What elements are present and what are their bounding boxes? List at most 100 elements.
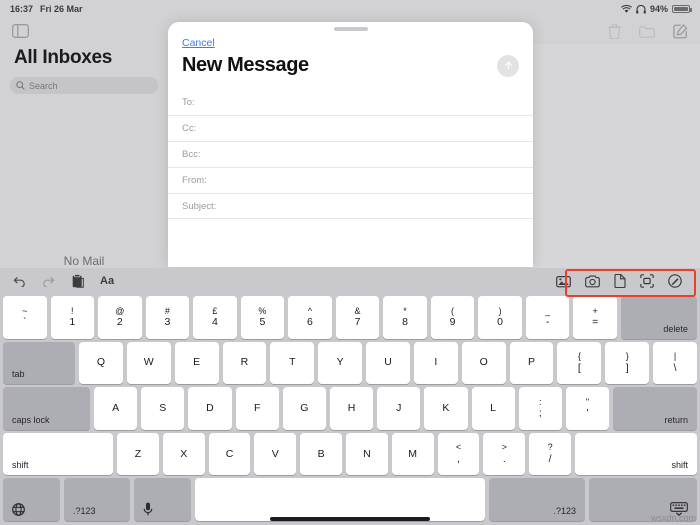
scan-document-icon[interactable] [640,274,654,288]
key-s[interactable]: S [141,387,185,430]
camera-icon[interactable] [585,275,600,288]
key-1[interactable]: ! 1 [50,296,95,339]
shift-row: shift Z X C V B N M <, >. ? / shift [3,432,697,476]
text-format-button[interactable]: Aa [100,275,114,287]
compose-fields: To: Cc: Bcc: From: Subject: [168,89,533,219]
key-a[interactable]: A [94,387,138,430]
keyboard-accessory-bar: Aa [0,268,700,294]
number-row: ~ ` ! 1 @2 #3 £4 % 5 ^ 6 & 7 * 8 (9 ) 0 _ - + = d… [3,296,697,339]
cancel-button[interactable]: Cancel [168,31,229,49]
key-0[interactable]: ) 0 [478,296,522,339]
key-comma[interactable]: <, [437,432,480,476]
compose-icon[interactable] [673,23,688,39]
sidebar-toggle-icon[interactable] [12,24,29,38]
key-numeric-right[interactable]: .?123 [489,478,585,521]
key-v[interactable]: V [254,432,297,476]
key-g[interactable]: G [282,387,326,430]
key-e[interactable]: E [174,341,219,385]
send-arrow-up-icon [504,61,512,70]
key-h[interactable]: H [329,387,374,430]
send-button[interactable] [497,54,519,77]
key-k[interactable]: K [424,387,468,430]
from-field[interactable]: From: [168,167,533,193]
key-tilde[interactable]: ~ ` [3,296,47,339]
key-delete[interactable]: delete [620,296,697,339]
key-4[interactable]: £4 [193,296,237,339]
cc-field[interactable]: Cc: [168,115,533,141]
key-r[interactable]: R [222,341,267,385]
qwerty-row: tab Q W E R T Y U I O P {[ }] | \ [3,341,697,385]
key-9[interactable]: (9 [430,296,475,339]
key-tab[interactable]: tab [3,341,75,385]
key-numeric-left[interactable]: .?123 [64,478,130,521]
key-m[interactable]: M [391,432,434,476]
markup-pen-icon[interactable] [668,274,682,288]
key-y[interactable]: Y [318,341,363,385]
key-dictation[interactable] [134,478,191,521]
trash-icon[interactable] [608,23,621,39]
folder-icon[interactable] [639,25,655,38]
key-b[interactable]: B [300,432,342,476]
redo-icon[interactable] [42,275,56,287]
to-field[interactable]: To: [168,89,533,115]
battery-percent: 94% [649,4,668,14]
globe-icon [12,503,25,516]
key-bracket-left[interactable]: {[ [557,341,602,385]
status-time: 16:37 [10,4,34,14]
key-o[interactable]: O [461,341,506,385]
undo-icon[interactable] [12,275,26,287]
key-caps-lock[interactable]: caps lock [3,387,90,430]
key-return[interactable]: return [613,387,698,430]
key-u[interactable]: U [366,341,410,385]
microphone-icon [143,502,153,516]
key-2[interactable]: @2 [98,296,142,339]
key-slash[interactable]: ? / [529,432,571,476]
key-j[interactable]: J [377,387,421,430]
key-f[interactable]: F [235,387,279,430]
key-z[interactable]: Z [117,432,159,476]
key-minus[interactable]: _ - [525,296,570,339]
search-placeholder: Search [29,80,58,91]
key-bracket-right[interactable]: }] [605,341,650,385]
key-5[interactable]: % 5 [240,296,285,339]
key-6[interactable]: ^ 6 [288,296,332,339]
status-date: Fri 26 Mar [40,4,83,14]
key-n[interactable]: N [345,432,388,476]
key-d[interactable]: D [188,387,232,430]
key-w[interactable]: W [126,341,171,385]
sheet-grabber[interactable] [333,27,368,31]
key-semicolon[interactable]: :; [518,387,562,430]
ipad-screen: 16:37 Fri 26 Mar 94% All Inboxes Search … [0,0,700,525]
paste-clipboard-icon[interactable] [72,274,84,288]
key-7[interactable]: & 7 [335,296,380,339]
compose-sheet: Cancel New Message To: Cc: Bcc: From: Su… [168,22,533,267]
key-p[interactable]: P [509,341,554,385]
key-equals[interactable]: + = [573,296,617,339]
document-icon[interactable] [614,274,626,288]
key-q[interactable]: Q [79,341,123,385]
key-t[interactable]: T [270,341,315,385]
key-c[interactable]: C [208,432,251,476]
attachment-tools [550,271,688,291]
battery-icon [672,5,692,13]
key-backslash[interactable]: | \ [653,341,697,385]
photo-library-icon[interactable] [556,275,571,288]
key-shift-right[interactable]: shift [574,432,697,476]
key-i[interactable]: I [413,341,458,385]
key-3[interactable]: #3 [145,296,190,339]
key-quote[interactable]: " ' [565,387,610,430]
key-globe[interactable] [3,478,60,521]
key-x[interactable]: X [162,432,205,476]
headphones-icon [636,4,646,14]
page-title: All Inboxes [14,47,113,68]
bcc-field[interactable]: Bcc: [168,141,533,167]
search-icon [16,81,25,90]
key-l[interactable]: L [471,387,515,430]
key-space[interactable] [195,478,485,521]
search-input[interactable]: Search [10,77,158,94]
key-shift-left[interactable]: shift [3,432,113,476]
key-period[interactable]: >. [483,432,526,476]
key-8[interactable]: * 8 [383,296,427,339]
subject-field[interactable]: Subject: [168,193,533,219]
sheet-header: New Message [168,51,533,77]
